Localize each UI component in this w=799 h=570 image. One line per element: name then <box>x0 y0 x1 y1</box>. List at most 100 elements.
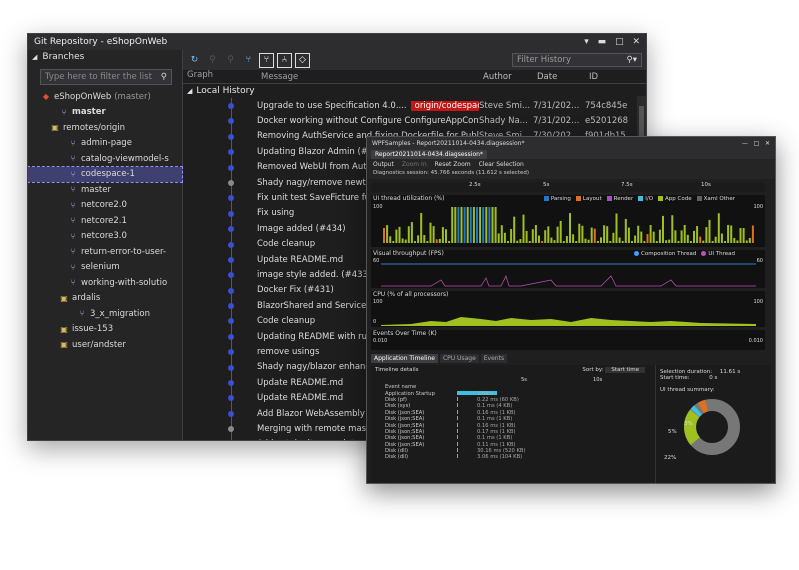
branch-label: return-error-to-user- <box>81 247 166 257</box>
ui-bar <box>451 207 453 243</box>
ui-bar <box>433 226 435 243</box>
pull-icon[interactable]: ⚲ <box>223 53 238 68</box>
branch-item[interactable]: ⑂master <box>28 182 182 198</box>
ui-bar <box>594 229 596 243</box>
ui-bar <box>718 213 720 243</box>
branch-item[interactable]: ▣issue-153 <box>28 322 182 338</box>
commit-author: Steve Smi... <box>479 101 533 111</box>
reset-zoom-button[interactable]: Reset Zoom <box>435 161 471 168</box>
cpu-chart[interactable]: CPU (% of all processors) 100 0 100 <box>371 291 765 327</box>
session-info: Diagnostics session: 45.766 seconds (11.… <box>367 170 775 179</box>
ui-bar <box>507 241 509 243</box>
ui-thread-chart[interactable]: UI thread utilization (%) ParsingLayoutR… <box>371 195 765 247</box>
branches-header[interactable]: ◢ Branches <box>28 50 182 64</box>
column-id[interactable]: ID <box>589 72 639 82</box>
branch-item[interactable]: ⑂netcore3.0 <box>28 229 182 245</box>
ui-bar <box>538 236 540 243</box>
branch-label: codespace-1 <box>81 169 135 179</box>
time-ruler[interactable]: 2.5s 5s 7.5s 10s <box>371 182 765 192</box>
branch-item[interactable]: ◆eShopOnWeb(master) <box>28 89 182 105</box>
branch-item[interactable]: ⑂working-with-solutio <box>28 275 182 291</box>
minimize-icon[interactable]: ▬ <box>598 37 607 47</box>
branch-filter-input[interactable]: Type here to filter the list ⚲ <box>40 69 172 85</box>
branch-graph-icon[interactable]: ⑂ <box>241 53 256 68</box>
branch-item[interactable]: ⑂return-error-to-user- <box>28 244 182 260</box>
sort-control[interactable]: Sort by: Start time <box>582 367 645 375</box>
maximize-icon[interactable]: □ <box>615 37 624 47</box>
column-author[interactable]: Author <box>483 72 537 82</box>
event-name: Disk (pf) <box>371 397 457 403</box>
ui-bar <box>402 238 404 243</box>
fetch-icon[interactable]: ⚲ <box>205 53 220 68</box>
ui-bar <box>417 235 419 243</box>
dropdown-icon[interactable]: ▾ <box>584 37 589 47</box>
column-message[interactable]: Message <box>261 72 483 82</box>
ui-bar <box>554 240 556 243</box>
collapse-icon[interactable]: ◢ <box>32 53 37 61</box>
branch-item[interactable]: ⑂master <box>28 105 182 121</box>
branch-item[interactable]: ▣user/andster <box>28 337 182 353</box>
branch-icon: ⑂ <box>68 154 78 163</box>
commit-node <box>228 165 234 171</box>
zoom-in-button[interactable]: Zoom In <box>402 161 427 168</box>
sort-select[interactable]: Start time <box>605 367 645 373</box>
ui-bar <box>386 225 388 243</box>
tag-icon[interactable]: ◇ <box>295 53 310 68</box>
ui-bar <box>687 235 689 243</box>
ui-bar <box>529 241 531 243</box>
tab-application-timeline[interactable]: Application Timeline <box>371 354 438 363</box>
branch-item[interactable]: ▣ardalis <box>28 291 182 307</box>
tab-cpu-usage[interactable]: CPU Usage <box>440 354 479 363</box>
ui-bar <box>541 241 543 243</box>
refresh-icon[interactable]: ↻ <box>187 53 202 68</box>
commit-node <box>228 395 234 401</box>
branch-item[interactable]: ⑂selenium <box>28 260 182 276</box>
output-button[interactable]: Output <box>373 161 394 168</box>
event-duration: 0.1 ms (1 KB) <box>477 435 537 441</box>
local-history-group[interactable]: ◢ Local History <box>183 84 646 98</box>
diag-tab[interactable]: Report20211014-0434.diagsession* <box>371 150 487 159</box>
graph-cell <box>183 344 257 359</box>
first-parent-icon[interactable]: ⑂ <box>259 53 274 68</box>
remote-branches-icon[interactable]: ⑃ <box>277 53 292 68</box>
graph-cell <box>183 390 257 405</box>
diag-window-title: WPFSamples - Report20211014-0434.diagses… <box>372 140 524 147</box>
ui-bar <box>439 239 441 243</box>
branch-label: master <box>72 107 106 117</box>
ui-thread-bars <box>371 195 765 247</box>
ui-bar <box>625 219 627 243</box>
branch-tag[interactable]: origin/codespace-1 <box>411 101 479 111</box>
event-name: Application Startup <box>371 391 457 397</box>
pct-label: 22% <box>664 455 676 461</box>
ui-bar <box>709 220 711 243</box>
branch-item[interactable]: ⑂netcore2.1 <box>28 213 182 229</box>
fps-chart[interactable]: Visual throughput (FPS) Composition Thre… <box>371 250 765 288</box>
ui-bar <box>498 233 500 243</box>
ui-bar <box>696 226 698 243</box>
column-date[interactable]: Date <box>537 72 589 82</box>
branch-item[interactable]: ⑂3_x_migration <box>28 306 182 322</box>
branch-item[interactable]: ⑂codespace-1 <box>28 167 182 183</box>
event-bar <box>457 423 477 429</box>
ui-bar <box>420 213 422 243</box>
branch-item[interactable]: ⑂admin-page <box>28 136 182 152</box>
close-icon[interactable]: ✕ <box>632 37 640 47</box>
ui-bar <box>622 241 624 243</box>
branch-item[interactable]: ▣remotes/origin <box>28 120 182 136</box>
tab-events[interactable]: Events <box>481 354 507 363</box>
graph-cell <box>183 175 257 190</box>
commit-row[interactable]: Docker working without Configure Configu… <box>183 113 646 128</box>
events-chart[interactable]: Events Over Time (K) 0.010 0.010 <box>371 330 765 350</box>
column-graph[interactable]: Graph <box>183 70 261 83</box>
search-icon[interactable]: ⚲▾ <box>627 55 638 65</box>
commit-message: Upgrade to use Specification 4.0....orig… <box>257 101 479 111</box>
branch-item[interactable]: ⑂catalog-viewmodel-s <box>28 151 182 167</box>
collapse-icon[interactable]: ◢ <box>187 87 192 95</box>
clear-selection-button[interactable]: Clear Selection <box>479 161 524 168</box>
history-search-input[interactable]: Filter History ⚲▾ <box>512 53 642 67</box>
branch-item[interactable]: ⑂netcore2.0 <box>28 198 182 214</box>
commit-row[interactable]: Upgrade to use Specification 4.0....orig… <box>183 98 646 113</box>
branch-label: netcore2.1 <box>81 216 127 226</box>
search-icon[interactable]: ⚲ <box>161 72 167 82</box>
commit-node <box>228 272 234 278</box>
